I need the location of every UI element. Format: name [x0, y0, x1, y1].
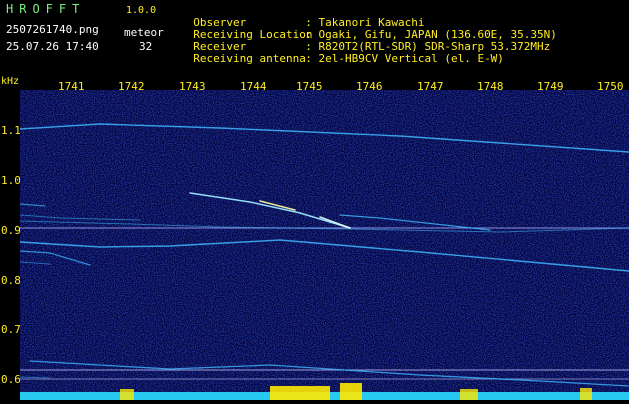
meta-antenna: Receiving antenna: 2el-HB9CV Vertical (e… [180, 41, 504, 65]
level-bar-peak [120, 389, 134, 400]
spectrogram-image [19, 90, 629, 400]
noise-texture [20, 90, 629, 400]
app-title: HROFFT [6, 2, 86, 16]
level-bar-peak [460, 389, 478, 400]
y-tick-label: 0.8 [1, 274, 21, 287]
y-tick-label: 0.6 [1, 373, 21, 386]
y-tick-label: 1.0 [1, 174, 21, 187]
meteor-count-value: 32 [139, 40, 153, 53]
meta-value: 2el-HB9CV Vertical (el. E-W) [318, 52, 504, 65]
spectrogram-plot [19, 90, 629, 400]
meteor-count-label: meteor [124, 26, 164, 39]
y-axis-unit: kHz [1, 76, 20, 87]
image-filename: 2507261740.png [6, 23, 99, 36]
level-bar-peak [270, 386, 330, 400]
meta-separator: : [305, 52, 312, 65]
meta-key: Receiving antenna [193, 52, 306, 65]
observation-datetime: 25.07.26 17:40 [6, 40, 99, 53]
y-tick-label: 0.9 [1, 224, 21, 237]
y-tick-label: 1.1 [1, 124, 21, 137]
level-bar-peak [340, 383, 362, 400]
y-tick-label: 0.7 [1, 323, 21, 336]
app-version: 1.0.0 [126, 5, 157, 16]
level-bar-peak [580, 388, 592, 400]
